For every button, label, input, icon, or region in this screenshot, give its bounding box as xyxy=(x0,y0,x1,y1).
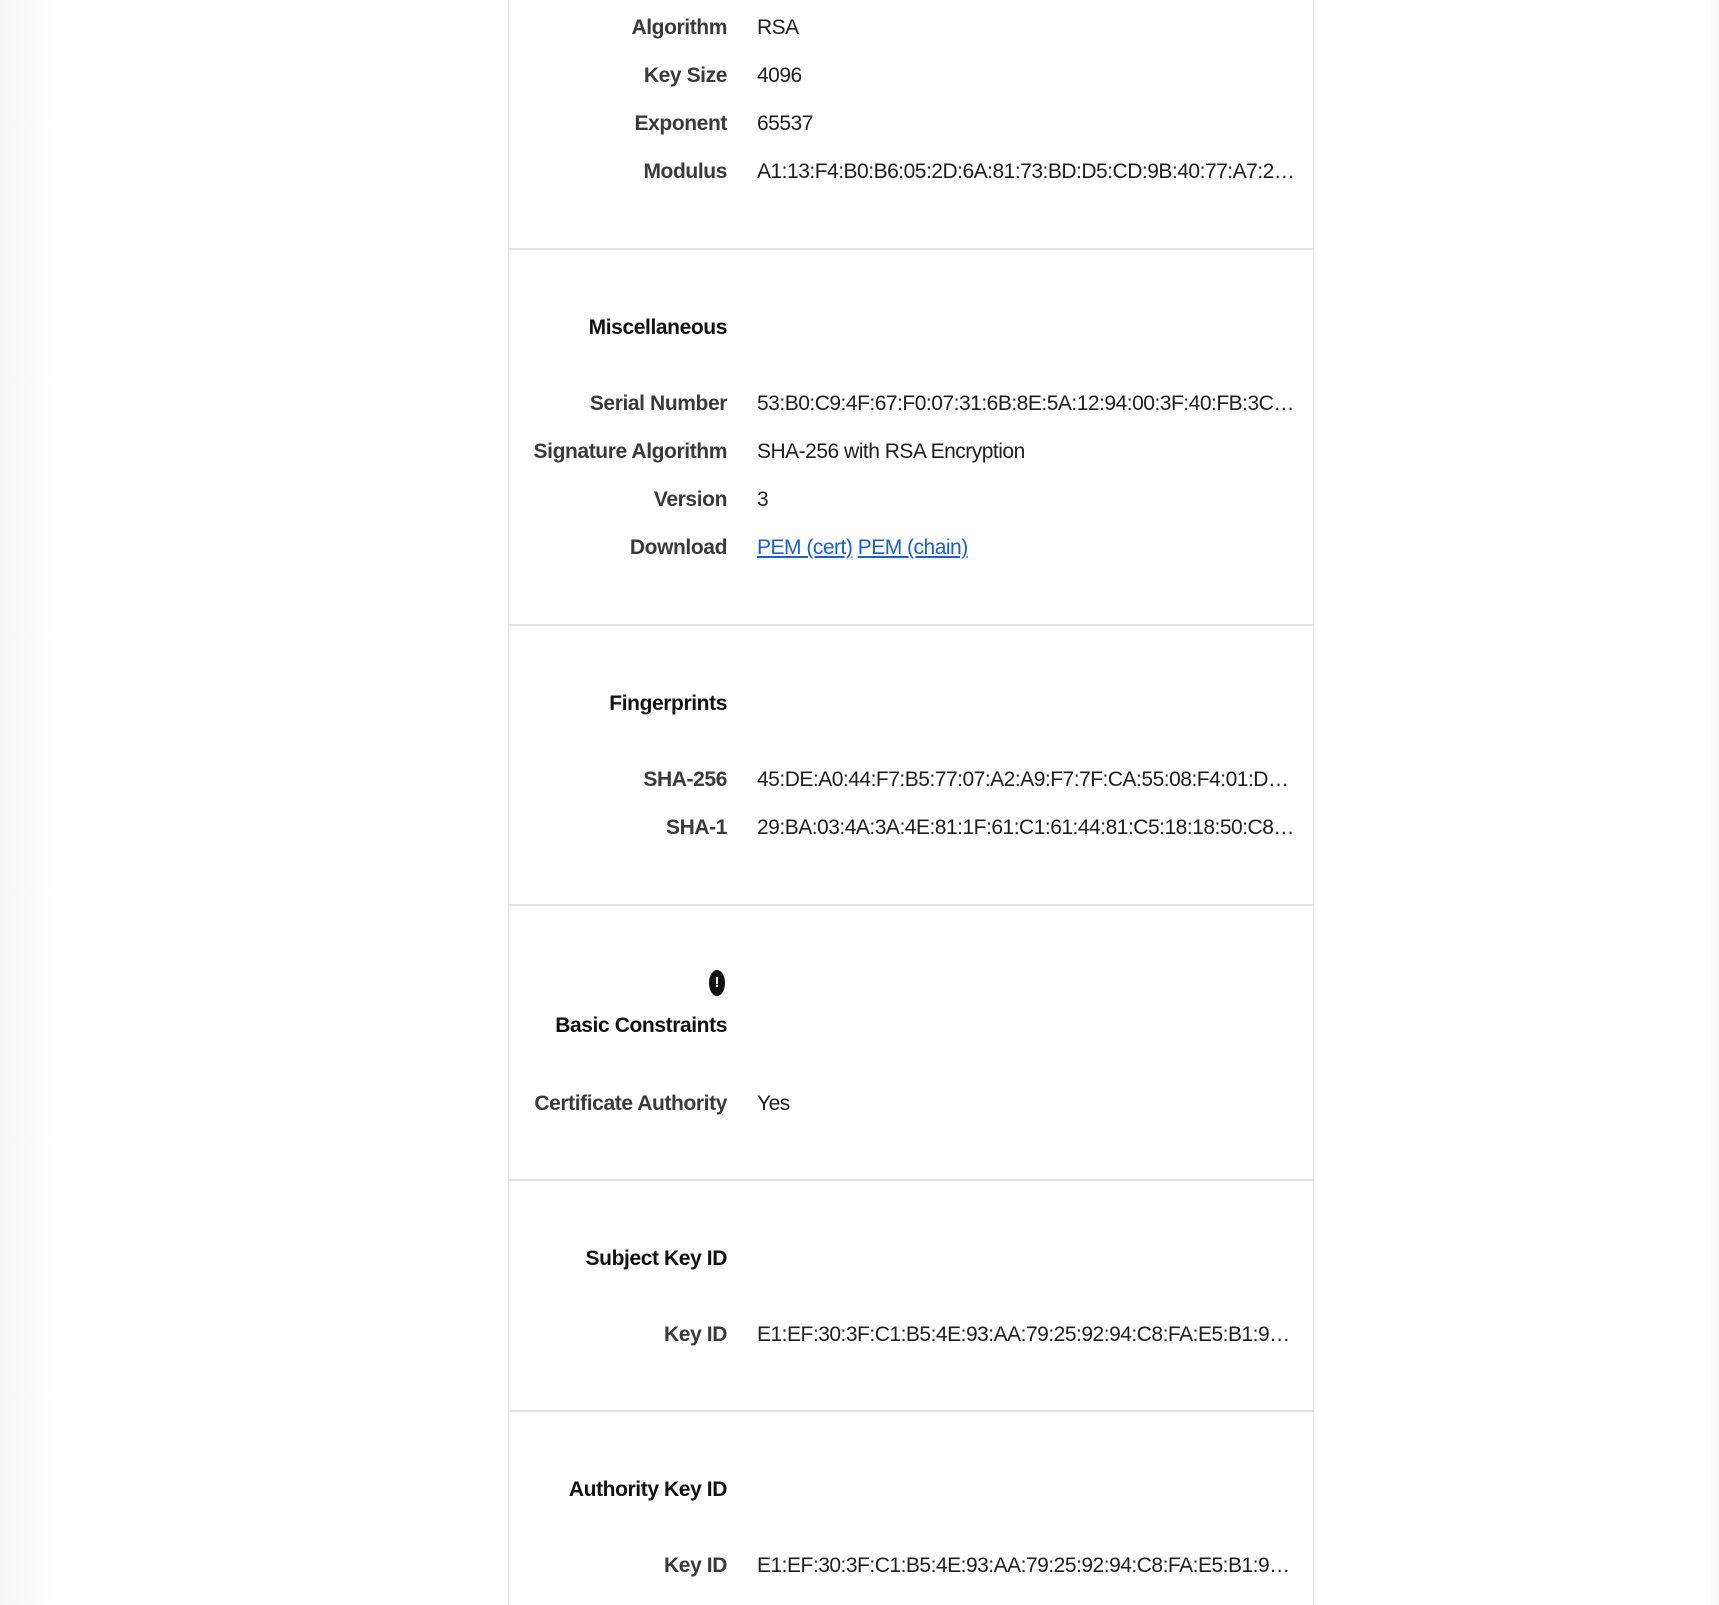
modulus-label: Modulus xyxy=(643,160,727,183)
signature-algorithm-row: Signature Algorithm SHA-256 with RSA Enc… xyxy=(509,432,1313,472)
download-links: PEM (cert) PEM (chain) xyxy=(757,536,968,560)
signature-algorithm-value: SHA-256 with RSA Encryption xyxy=(757,440,1025,463)
subject-key-id-label: Key ID xyxy=(664,1323,727,1346)
sha256-value: 45:DE:A0:44:F7:B5:77:07:A2:A9:F7:7F:CA:5… xyxy=(757,768,1297,791)
modulus-row: Modulus A1:13:F4:B0:B6:05:2D:6A:81:73:BD… xyxy=(509,152,1313,192)
algorithm-value: RSA xyxy=(757,16,799,39)
authority-key-id-label: Key ID xyxy=(664,1554,727,1577)
public-key-section: Algorithm RSA Key Size 4096 Exponent 655… xyxy=(509,0,1313,250)
algorithm-row: Algorithm RSA xyxy=(509,8,1313,48)
version-row: Version 3 xyxy=(509,480,1313,520)
subject-key-id-heading: Subject Key ID xyxy=(509,1239,1313,1279)
fingerprints-title: Fingerprints xyxy=(609,692,727,715)
subject-key-id-row: Key ID E1:EF:30:3F:C1:B5:4E:93:AA:79:25:… xyxy=(509,1315,1313,1355)
key-size-value: 4096 xyxy=(757,64,802,87)
serial-number-row: Serial Number 53:B0:C9:4F:67:F0:07:31:6B… xyxy=(509,384,1313,424)
page: Algorithm RSA Key Size 4096 Exponent 655… xyxy=(0,0,1719,1605)
version-label: Version xyxy=(653,488,727,511)
fingerprints-heading: Fingerprints xyxy=(509,684,1313,724)
basic-constraints-heading: Basic Constraints xyxy=(509,1006,1313,1046)
sha1-label: SHA-1 xyxy=(665,816,727,839)
exponent-row: Exponent 65537 xyxy=(509,104,1313,144)
miscellaneous-title: Miscellaneous xyxy=(588,316,728,339)
version-value: 3 xyxy=(757,488,769,511)
certificate-authority-value: Yes xyxy=(757,1092,790,1115)
certificate-authority-label: Certificate Authority xyxy=(534,1092,727,1115)
pem-cert-link[interactable]: PEM (cert) xyxy=(757,536,853,559)
certificate-card: Algorithm RSA Key Size 4096 Exponent 655… xyxy=(508,0,1314,1605)
serial-number-label: Serial Number xyxy=(589,392,728,415)
subject-key-id-value: E1:EF:30:3F:C1:B5:4E:93:AA:79:25:92:94:C… xyxy=(757,1323,1297,1346)
certificate-authority-row: Certificate Authority Yes xyxy=(509,1084,1313,1124)
fingerprints-section: Fingerprints SHA-256 45:DE:A0:44:F7:B5:7… xyxy=(509,626,1313,906)
authority-key-id-value: E1:EF:30:3F:C1:B5:4E:93:AA:79:25:92:94:C… xyxy=(757,1554,1297,1577)
authority-key-id-row: Key ID E1:EF:30:3F:C1:B5:4E:93:AA:79:25:… xyxy=(509,1546,1313,1586)
authority-key-id-title: Authority Key ID xyxy=(568,1478,728,1501)
sha256-label: SHA-256 xyxy=(643,768,727,791)
download-label: Download xyxy=(629,536,728,559)
pem-chain-link[interactable]: PEM (chain) xyxy=(858,536,968,559)
subject-key-id-section: Subject Key ID Key ID E1:EF:30:3F:C1:B5:… xyxy=(509,1181,1313,1412)
basic-constraints-section: ! Basic Constraints Certificate Authorit… xyxy=(509,906,1313,1181)
sha1-value: 29:BA:03:4A:3A:4E:81:1F:61:C1:61:44:81:C… xyxy=(757,816,1297,839)
basic-constraints-title: Basic Constraints xyxy=(555,1014,727,1037)
authority-key-id-heading: Authority Key ID xyxy=(509,1470,1313,1510)
serial-number-value: 53:B0:C9:4F:67:F0:07:31:6B:8E:5A:12:94:0… xyxy=(757,392,1297,415)
sha256-row: SHA-256 45:DE:A0:44:F7:B5:77:07:A2:A9:F7… xyxy=(509,760,1313,800)
authority-key-id-section: Authority Key ID Key ID E1:EF:30:3F:C1:B… xyxy=(509,1412,1313,1605)
modulus-value: A1:13:F4:B0:B6:05:2D:6A:81:73:BD:D5:CD:9… xyxy=(757,160,1297,183)
exponent-value: 65537 xyxy=(757,112,813,135)
signature-algorithm-label: Signature Algorithm xyxy=(533,440,728,463)
download-row: Download PEM (cert) PEM (chain) xyxy=(509,528,1313,568)
subject-key-id-title: Subject Key ID xyxy=(585,1247,728,1270)
key-size-label: Key Size xyxy=(643,64,728,87)
sha1-row: SHA-1 29:BA:03:4A:3A:4E:81:1F:61:C1:61:4… xyxy=(509,808,1313,848)
miscellaneous-section: Miscellaneous Serial Number 53:B0:C9:4F:… xyxy=(509,250,1313,626)
algorithm-label: Algorithm xyxy=(631,16,727,39)
key-size-row: Key Size 4096 xyxy=(509,56,1313,96)
exponent-label: Exponent xyxy=(634,112,728,135)
exclamation-circle-icon: ! xyxy=(709,970,725,996)
miscellaneous-heading: Miscellaneous xyxy=(509,308,1313,348)
